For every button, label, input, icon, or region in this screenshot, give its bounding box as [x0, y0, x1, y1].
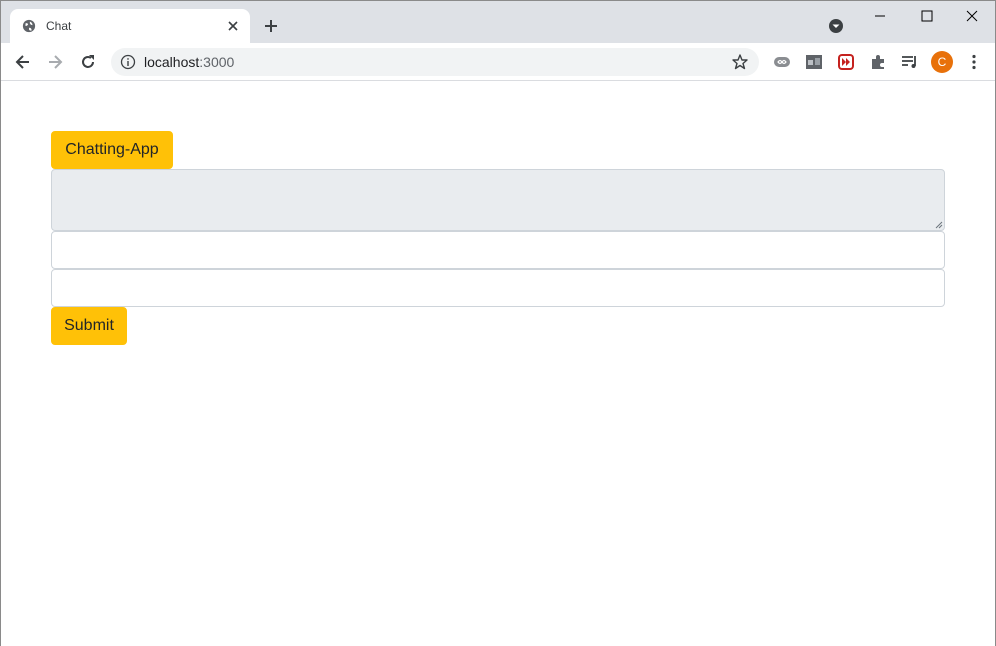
forward-arrow-icon[interactable]: [45, 52, 65, 72]
bookmark-star-icon[interactable]: [731, 53, 749, 71]
tab-strip: Chat: [1, 1, 995, 43]
submit-button[interactable]: Submit: [51, 307, 127, 345]
window-close-icon[interactable]: [949, 1, 995, 31]
minimize-icon[interactable]: [857, 1, 903, 31]
extension-infinity-icon[interactable]: [772, 52, 792, 72]
name-input[interactable]: [51, 231, 945, 269]
url-host: localhost: [144, 54, 200, 70]
more-menu-icon[interactable]: [964, 52, 984, 72]
back-arrow-icon[interactable]: [13, 52, 33, 72]
close-tab-icon[interactable]: [224, 17, 242, 35]
message-input[interactable]: [51, 269, 945, 307]
globe-icon: [22, 19, 36, 33]
tab-title: Chat: [46, 19, 72, 33]
url-port: :3000: [199, 54, 235, 70]
extensions-puzzle-icon[interactable]: [868, 52, 888, 72]
reload-icon[interactable]: [78, 52, 98, 72]
maximize-icon[interactable]: [903, 1, 949, 31]
site-info-icon[interactable]: [120, 54, 136, 70]
browser-window: Chat localhost:3000 C Chatting-App Submi…: [0, 0, 996, 646]
new-tab-icon[interactable]: [261, 16, 281, 36]
extension-translate-icon[interactable]: [804, 52, 824, 72]
tab-search-icon[interactable]: [827, 17, 845, 35]
extension-forward-icon[interactable]: [836, 52, 856, 72]
page-content: Chatting-App Submit: [1, 82, 995, 646]
app-title-button[interactable]: Chatting-App: [51, 131, 173, 169]
browser-tab[interactable]: Chat: [10, 9, 250, 43]
messages-textarea[interactable]: [51, 169, 945, 231]
resize-grip-icon[interactable]: [935, 221, 943, 229]
browser-toolbar: localhost:3000 C: [1, 43, 995, 81]
profile-avatar[interactable]: C: [931, 51, 953, 73]
url-text: localhost:3000: [144, 54, 234, 70]
media-queue-icon[interactable]: [900, 52, 920, 72]
address-bar[interactable]: localhost:3000: [111, 48, 759, 76]
